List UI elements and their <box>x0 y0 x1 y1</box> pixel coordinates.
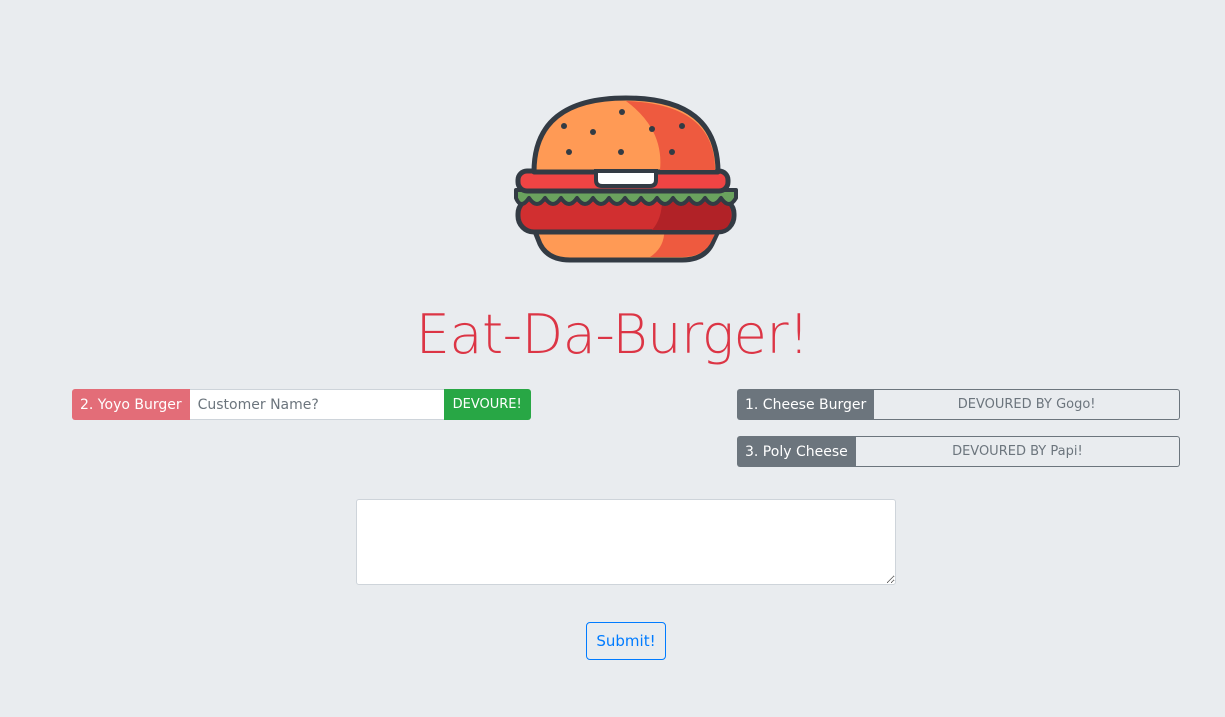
burger-name-badge: 3. Poly Cheese <box>737 436 856 467</box>
burger-name-badge: 2. Yoyo Burger <box>72 389 190 420</box>
submit-button[interactable]: Submit! <box>586 622 666 660</box>
devoured-burger-row: 1. Cheese Burger DEVOURED BY Gogo! <box>737 389 1180 420</box>
devoured-burger-row: 3. Poly Cheese DEVOURED BY Papi! <box>737 436 1180 467</box>
page-title: Eat-Da-Burger! <box>415 303 810 366</box>
burger-name-badge: 1. Cheese Burger <box>737 389 875 420</box>
devoured-status-field: DEVOURED BY Gogo! <box>874 389 1180 420</box>
customer-name-input[interactable] <box>189 389 444 420</box>
new-burger-textarea[interactable] <box>356 499 896 585</box>
devoured-status-field: DEVOURED BY Papi! <box>855 436 1180 467</box>
burger-logo-icon <box>514 95 738 263</box>
devour-button[interactable]: DEVOURE! <box>443 389 531 420</box>
undevoured-burger-row: 2. Yoyo Burger DEVOURE! <box>72 389 531 420</box>
